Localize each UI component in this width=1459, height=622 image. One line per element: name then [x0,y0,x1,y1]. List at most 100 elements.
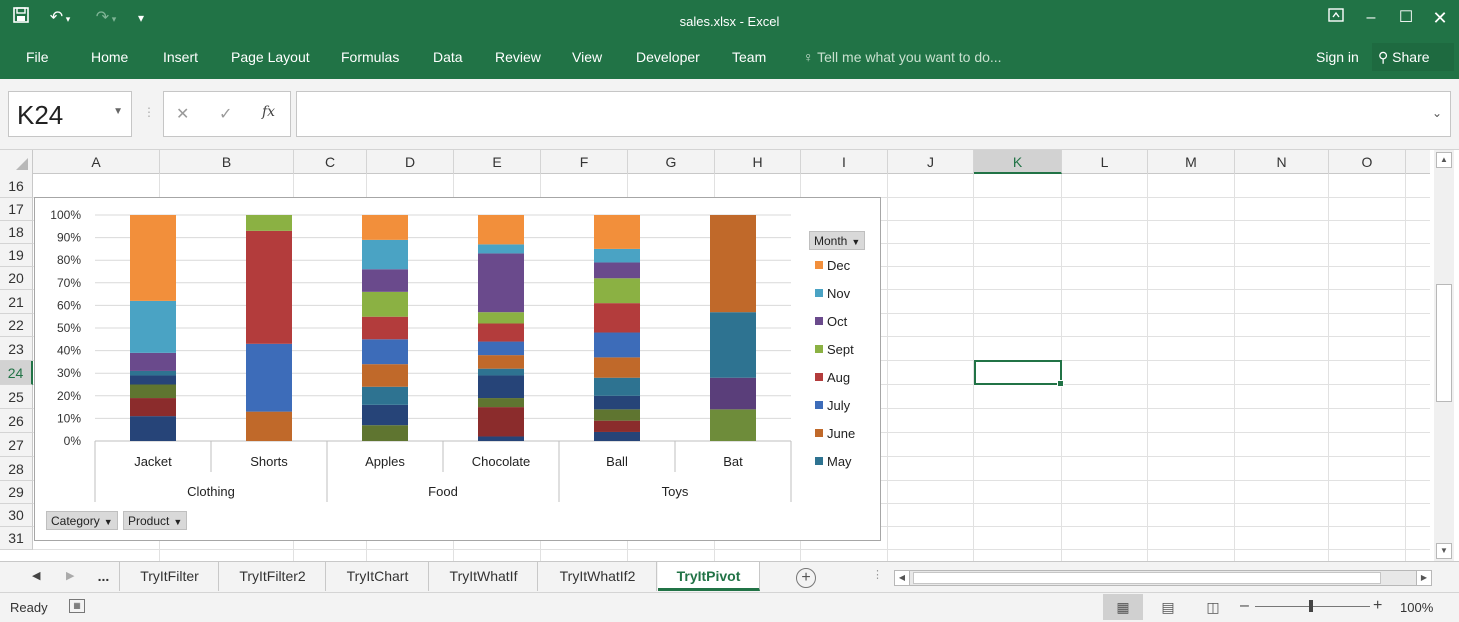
macro-recording-icon[interactable]: ▦ [69,599,85,613]
tab-home[interactable]: Home [91,49,128,65]
column-header-o[interactable]: O [1329,150,1406,174]
tab-team[interactable]: Team [732,49,766,65]
sheet-tab-tryitchart[interactable]: TryItChart [327,562,429,591]
normal-view-icon[interactable]: ▦ [1103,594,1143,620]
column-header-i[interactable]: I [801,150,888,174]
close-icon[interactable]: ✕ [1426,6,1454,30]
chevron-down-icon: ▼ [173,517,183,527]
tab-review[interactable]: Review [495,49,541,65]
horizontal-scroll-thumb[interactable] [913,572,1381,584]
share-button[interactable]: ⚲ Share [1372,43,1454,71]
bar-segment [478,312,524,324]
active-cell[interactable] [974,360,1064,387]
window-title: sales.xlsx - Excel [679,14,780,29]
row-header-27[interactable]: 27 [0,433,33,457]
tab-page-layout[interactable]: Page Layout [231,49,310,65]
column-header-a[interactable]: A [33,150,160,174]
row-header-17[interactable]: 17 [0,198,33,221]
tab-view[interactable]: View [572,49,602,65]
page-break-preview-icon[interactable]: ◫ [1193,594,1233,620]
cancel-icon[interactable]: ✕ [176,104,189,124]
row-header-31[interactable]: 31 [0,527,33,550]
tab-data[interactable]: Data [433,49,463,65]
formula-input[interactable]: ⌄ [296,91,1451,137]
scroll-up-icon[interactable]: ▲ [1436,152,1452,168]
splitter-icon[interactable]: ⋮ [143,105,155,119]
sign-in-link[interactable]: Sign in [1316,49,1359,65]
tell-me-search[interactable]: ♀ Tell me what you want to do... [803,49,1002,65]
expand-formula-bar-icon[interactable]: ⌄ [1432,106,1442,120]
zoom-slider[interactable] [1255,600,1370,612]
bar-segment [246,215,292,231]
row-header-18[interactable]: 18 [0,221,33,244]
row-header-19[interactable]: 19 [0,244,33,267]
legend-item: Aug [815,370,850,385]
row-header-30[interactable]: 30 [0,504,33,527]
tab-insert[interactable]: Insert [163,49,198,65]
page-layout-view-icon[interactable]: ▤ [1148,594,1188,620]
pivot-chart[interactable]: 0% 10% 20% 30% 40% 50% 60% 70% 80% 90% 100% Jacket S… [34,197,881,541]
scroll-left-icon[interactable]: ◀ [894,570,910,586]
column-header-g[interactable]: G [628,150,715,174]
ribbon-display-options-icon[interactable] [1322,6,1350,30]
enter-icon[interactable]: ✓ [219,104,232,124]
scroll-tabs-left-icon[interactable]: ◀ [32,569,40,582]
more-sheets-ellipsis[interactable]: ... [88,562,120,591]
chevron-down-icon[interactable]: ▼ [113,106,123,117]
sheet-tab-tryitwhatif[interactable]: TryItWhatIf [430,562,538,591]
horizontal-scrollbar[interactable]: ◀ ▶ [894,570,1432,586]
name-box[interactable]: K24 ▼ [8,91,132,137]
sheet-tab-tryitfilter[interactable]: TryItFilter [121,562,219,591]
column-header-f[interactable]: F [541,150,628,174]
row-header-22[interactable]: 22 [0,314,33,337]
column-header-h[interactable]: H [715,150,801,174]
scroll-right-icon[interactable]: ▶ [1416,570,1432,586]
column-header-b[interactable]: B [160,150,294,174]
product-filter-button[interactable]: Product ▼ [123,511,188,530]
row-header-25[interactable]: 25 [0,385,33,409]
column-header-c[interactable]: C [294,150,367,174]
sheet-tab-tryitpivot[interactable]: TryItPivot [658,562,760,591]
row-header-26[interactable]: 26 [0,409,33,433]
minimize-icon[interactable]: – [1357,6,1385,30]
tab-developer[interactable]: Developer [636,49,700,65]
month-filter-button[interactable]: Month ▼ [809,231,866,250]
tab-file[interactable]: File [26,49,49,65]
row-header-21[interactable]: 21 [0,290,33,314]
zoom-in-icon[interactable]: + [1373,597,1382,615]
select-all-corner[interactable] [0,150,33,174]
row-header-20[interactable]: 20 [0,267,33,290]
column-header-m[interactable]: M [1148,150,1235,174]
row-header-23[interactable]: 23 [0,337,33,361]
maximize-icon[interactable]: ☐ [1392,6,1420,30]
add-sheet-icon[interactable]: + [796,568,816,588]
column-header-d[interactable]: D [367,150,454,174]
scroll-thumb[interactable] [1436,284,1452,402]
column-header-l[interactable]: L [1062,150,1148,174]
column-header-n[interactable]: N [1235,150,1329,174]
sheet-tab-tryitfilter2[interactable]: TryItFilter2 [220,562,326,591]
zoom-level[interactable]: 100% [1400,600,1433,615]
zoom-slider-knob[interactable] [1309,600,1313,612]
insert-function-icon[interactable]: fx [262,104,275,120]
tab-splitter-icon[interactable]: ⋮ [872,568,883,581]
scroll-down-icon[interactable]: ▼ [1436,543,1452,559]
column-header-e[interactable]: E [454,150,541,174]
legend-label: July [827,398,851,413]
tab-formulas[interactable]: Formulas [341,49,399,65]
zoom-out-icon[interactable]: – [1240,597,1249,615]
row-header-28[interactable]: 28 [0,457,33,481]
vertical-scrollbar[interactable]: ▲ ▼ [1434,150,1454,561]
column-header-j[interactable]: J [888,150,974,174]
category-filter-button[interactable]: Category ▼ [46,511,118,530]
bar-segment [362,215,408,240]
bar-segment [594,262,640,279]
column-header-k[interactable]: K [974,150,1062,174]
row-header-29[interactable]: 29 [0,481,33,504]
legend-label: June [827,426,856,441]
sheet-tab-tryitwhatif2[interactable]: TryItWhatIf2 [539,562,657,591]
legend-swatch [815,457,823,465]
row-header-16[interactable]: 16 [0,174,33,198]
scroll-tabs-right-icon[interactable]: ▶ [66,569,74,582]
row-header-24[interactable]: 24 [0,361,33,385]
